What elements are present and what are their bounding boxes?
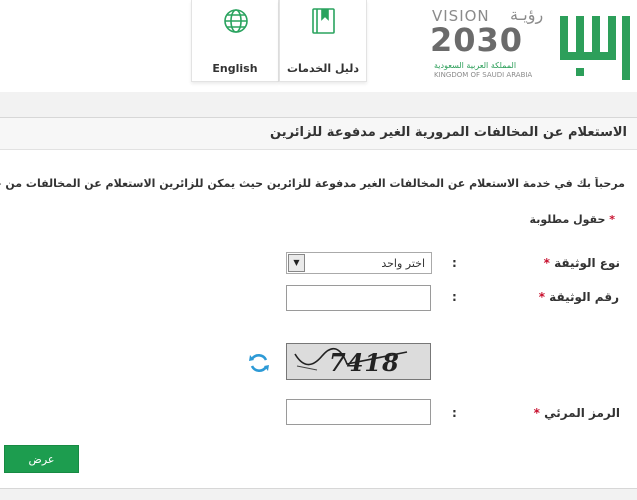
english-language-button[interactable]: English <box>191 0 279 82</box>
captcha-label-text: الرمز المرئي <box>544 406 620 420</box>
services-guide-button[interactable]: دليل الخدمات <box>279 0 367 82</box>
services-guide-label: دليل الخدمات <box>286 62 360 75</box>
colon: : <box>452 256 457 270</box>
doc-number-label: رقم الوثيقة * <box>539 290 619 304</box>
absher-logo <box>560 16 630 80</box>
colon: : <box>452 406 457 420</box>
vision-subtitle-arabic: المملكة العربية السعودية <box>434 61 517 70</box>
captcha-image: 7418 <box>286 343 431 380</box>
vision-year: 2030 <box>430 21 524 59</box>
doc-type-label-text: نوع الوثيقة <box>554 256 620 270</box>
english-label: English <box>212 62 258 75</box>
doc-type-label: نوع الوثيقة * <box>544 256 620 270</box>
vision-subtitle-english: KINGDOM OF SAUDI ARABIA <box>434 71 533 79</box>
submit-button[interactable]: عرض <box>4 445 79 473</box>
refresh-icon[interactable] <box>247 351 271 375</box>
book-icon <box>312 8 335 34</box>
colon: : <box>452 290 457 304</box>
globe-icon <box>224 9 248 33</box>
doc-type-select[interactable]: اختر واحد ▼ <box>286 252 432 274</box>
page-title: الاستعلام عن المخالفات المرورية الغير مد… <box>270 125 627 140</box>
doc-type-selected-value: اختر واحد <box>381 257 425 270</box>
welcome-text: مرحباً بك في خدمة الاستعلام عن المخالفات… <box>0 177 625 190</box>
doc-number-label-text: رقم الوثيقة <box>549 290 619 304</box>
inquiry-panel: الاستعلام عن المخالفات المرورية الغير مد… <box>0 117 637 489</box>
required-star: * <box>538 290 545 304</box>
required-star: * <box>543 256 550 270</box>
captcha-text: 7418 <box>329 348 400 377</box>
panel-title-bar: الاستعلام عن المخالفات المرورية الغير مد… <box>0 118 637 150</box>
required-star: * <box>609 213 615 226</box>
captcha-input[interactable] <box>286 399 431 425</box>
required-star: * <box>533 406 540 420</box>
required-fields-note: * حقول مطلوبة <box>530 213 615 226</box>
chevron-down-icon[interactable]: ▼ <box>288 254 305 272</box>
required-fields-label: حقول مطلوبة <box>529 213 606 226</box>
doc-number-input[interactable] <box>286 285 431 311</box>
vision-2030-logo: VISION رؤيـة 2030 المملكة العربية السعود… <box>430 5 543 83</box>
captcha-label: الرمز المرئي * <box>534 406 620 420</box>
header: English دليل الخدمات VISION رؤيـة 2030 ا… <box>0 0 637 92</box>
